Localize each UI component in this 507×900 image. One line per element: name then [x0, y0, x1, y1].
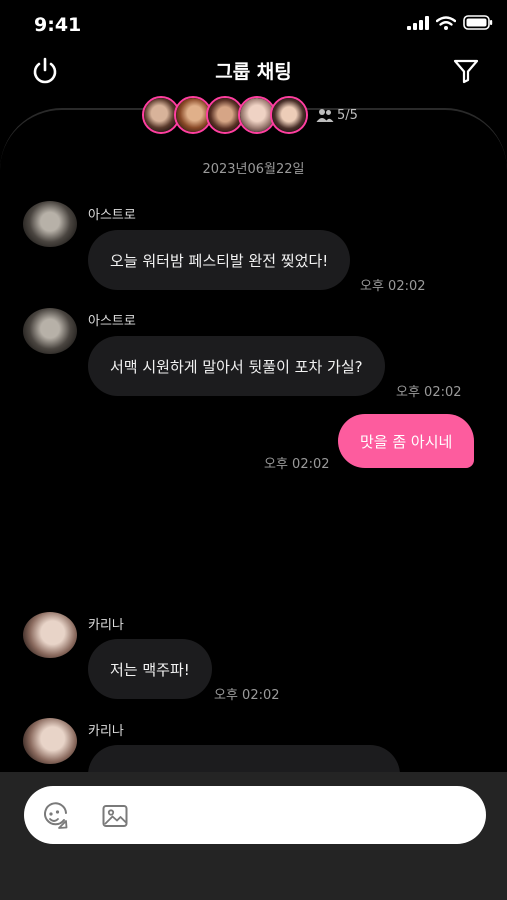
message-time: 오후 02:02 [396, 385, 462, 400]
cellular-signal-icon [407, 15, 429, 30]
sender-avatar[interactable] [23, 612, 77, 658]
image-icon [102, 805, 128, 827]
sent-message-bubble[interactable]: 맛을 좀 아시네 [338, 414, 475, 468]
message-bubble[interactable]: 서맥 시원하게 말아서 뒷풀이 포차 가실? [88, 336, 385, 396]
status-time: 9:41 [34, 14, 82, 36]
emoji-icon [44, 802, 68, 829]
sender-avatar[interactable] [23, 201, 77, 247]
member-count-label: 5/5 [337, 107, 358, 123]
status-bar: 9:41 [0, 0, 507, 50]
sender-avatar[interactable] [23, 308, 77, 354]
message-time: 오후 02:02 [214, 688, 280, 703]
input-area [0, 772, 507, 900]
status-icons [407, 15, 493, 30]
message-input[interactable] [24, 786, 486, 844]
header: 그룹 채팅 [0, 50, 507, 100]
date-separator: 2023년06월22일 [202, 162, 305, 177]
message-bubble[interactable]: 저는 맥주파! [88, 639, 212, 699]
member-count: 5/5 [316, 108, 358, 123]
filter-icon [453, 59, 479, 84]
filter-button[interactable] [450, 55, 482, 87]
message-time: 오후 02:02 [360, 279, 426, 294]
message-time: 오후 02:02 [264, 457, 330, 472]
sender-name: 아스트로 [88, 314, 136, 329]
sender-avatar[interactable] [23, 718, 77, 764]
emoji-button[interactable] [41, 802, 69, 830]
sender-name: 카리나 [88, 618, 124, 633]
battery-icon [463, 15, 493, 30]
message-bubble[interactable]: 오늘 워터밤 페스티발 완전 찢었다! [88, 230, 351, 290]
sender-name: 카리나 [88, 724, 124, 739]
people-icon [316, 108, 334, 122]
wifi-icon [436, 15, 456, 30]
image-button[interactable] [101, 802, 129, 830]
member-avatar[interactable] [270, 96, 308, 134]
member-avatars[interactable]: 5/5 [142, 96, 358, 134]
page-title: 그룹 채팅 [215, 61, 292, 83]
sender-name: 아스트로 [88, 208, 136, 223]
